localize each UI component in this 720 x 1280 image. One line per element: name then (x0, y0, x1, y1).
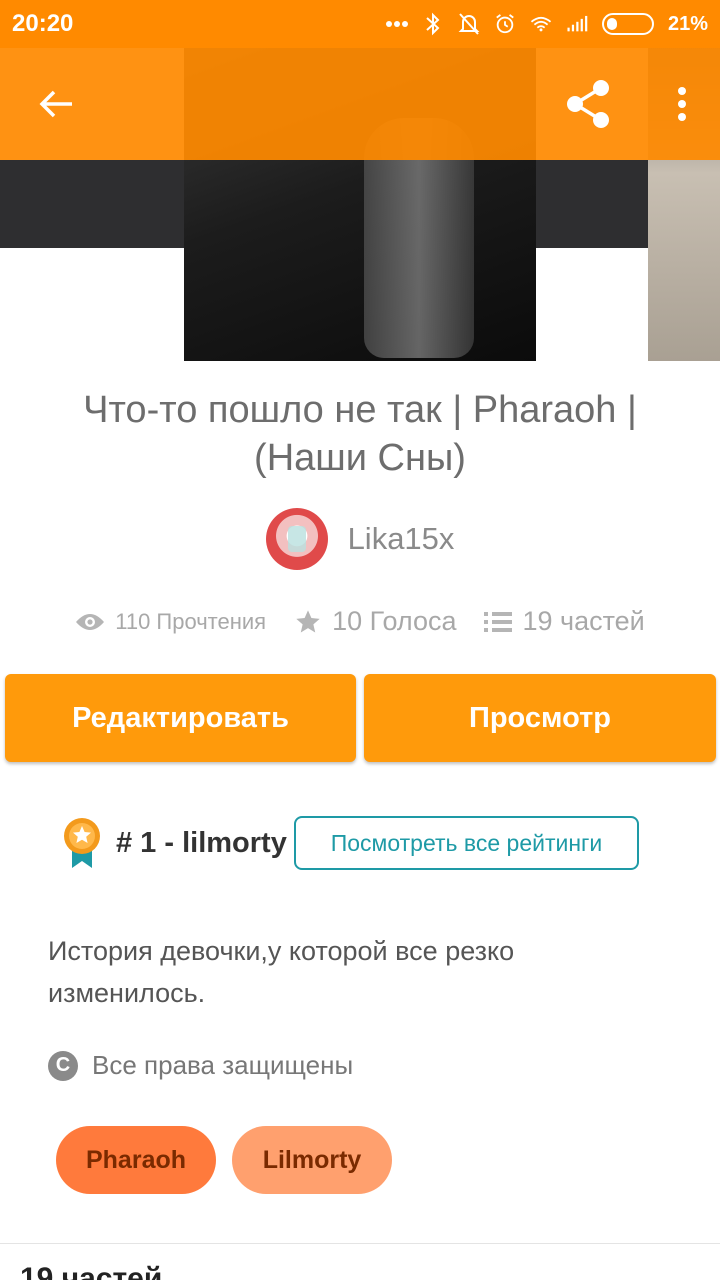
story-stats: 110 Прочтения 10 Голоса 19 частей (0, 606, 720, 637)
mute-icon (458, 13, 480, 35)
signal-icon (566, 13, 588, 35)
status-bar: 20:20 21% (0, 0, 720, 48)
ranking-row: # 1 - lilmorty (62, 816, 287, 870)
votes-stat: 10 Голоса (294, 606, 456, 637)
more-dots-icon (385, 13, 408, 35)
app-bar (0, 48, 720, 160)
copyright-row: C Все права защищены (48, 1050, 353, 1081)
list-icon (484, 611, 513, 633)
parts-count: 19 частей (522, 606, 645, 636)
eye-icon (75, 612, 105, 632)
wifi-icon (530, 13, 552, 35)
copyright-text: Все права защищены (92, 1050, 354, 1080)
view-button[interactable]: Просмотр (364, 674, 716, 762)
view-all-rankings-button[interactable]: Посмотреть все рейтинги (294, 816, 639, 870)
story-description: История девочки,у которой все резко изме… (48, 936, 515, 1008)
reads-count: 110 Прочтения (115, 608, 267, 634)
star-icon (294, 608, 322, 636)
reads-stat: 110 Прочтения (75, 609, 266, 635)
bluetooth-icon (422, 12, 444, 36)
share-icon[interactable] (560, 76, 616, 132)
tag-pharaoh[interactable]: Pharaoh (56, 1126, 216, 1194)
parts-section-title: 19 частей (20, 1262, 163, 1280)
more-vert-icon[interactable] (672, 76, 692, 132)
tag-lilmorty[interactable]: Lilmorty (232, 1126, 392, 1194)
status-icons: 21% (385, 12, 708, 36)
divider (0, 1243, 720, 1244)
status-time: 20:20 (12, 10, 74, 37)
back-arrow-icon[interactable] (34, 82, 78, 126)
author-row[interactable]: Lika15x (0, 508, 720, 570)
votes-count: 10 Голоса (332, 606, 457, 636)
medal-icon (62, 816, 102, 870)
parts-stat: 19 частей (484, 606, 645, 637)
battery-icon (601, 13, 654, 35)
edit-button[interactable]: Редактировать (5, 674, 356, 762)
avatar[interactable] (265, 508, 328, 570)
story-title: Что-то пошло не так | Pharaoh | (Наши Сн… (83, 389, 637, 479)
alarm-icon (494, 13, 516, 35)
battery-percent: 21% (667, 12, 708, 35)
copyright-icon: C (48, 1050, 78, 1081)
author-name[interactable]: Lika15x (348, 521, 455, 557)
ranking-text: # 1 - lilmorty (116, 826, 287, 859)
